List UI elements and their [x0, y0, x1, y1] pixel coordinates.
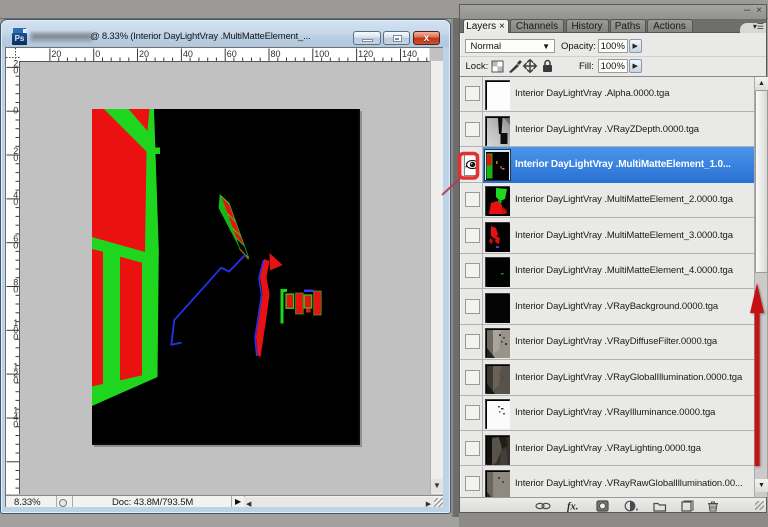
svg-text:fx.: fx. — [567, 501, 578, 512]
svg-text:0: 0 — [13, 240, 18, 250]
svg-text:20: 20 — [51, 49, 61, 59]
svg-text:120: 120 — [358, 49, 373, 59]
svg-text:0: 0 — [13, 284, 18, 294]
svg-text:0: 0 — [95, 49, 100, 59]
svg-text:80: 80 — [271, 49, 281, 59]
svg-text:100: 100 — [314, 49, 329, 59]
svg-text:40: 40 — [183, 49, 193, 59]
svg-text:140: 140 — [402, 49, 417, 59]
svg-text:20: 20 — [139, 49, 149, 59]
svg-text:60: 60 — [227, 49, 237, 59]
svg-text:0: 0 — [13, 196, 18, 206]
svg-text:0: 0 — [13, 153, 18, 163]
svg-text:0: 0 — [13, 65, 18, 75]
svg-text:0: 0 — [13, 331, 18, 341]
svg-text:0: 0 — [13, 105, 18, 115]
svg-text:0: 0 — [13, 419, 18, 429]
svg-text:0: 0 — [13, 375, 18, 385]
